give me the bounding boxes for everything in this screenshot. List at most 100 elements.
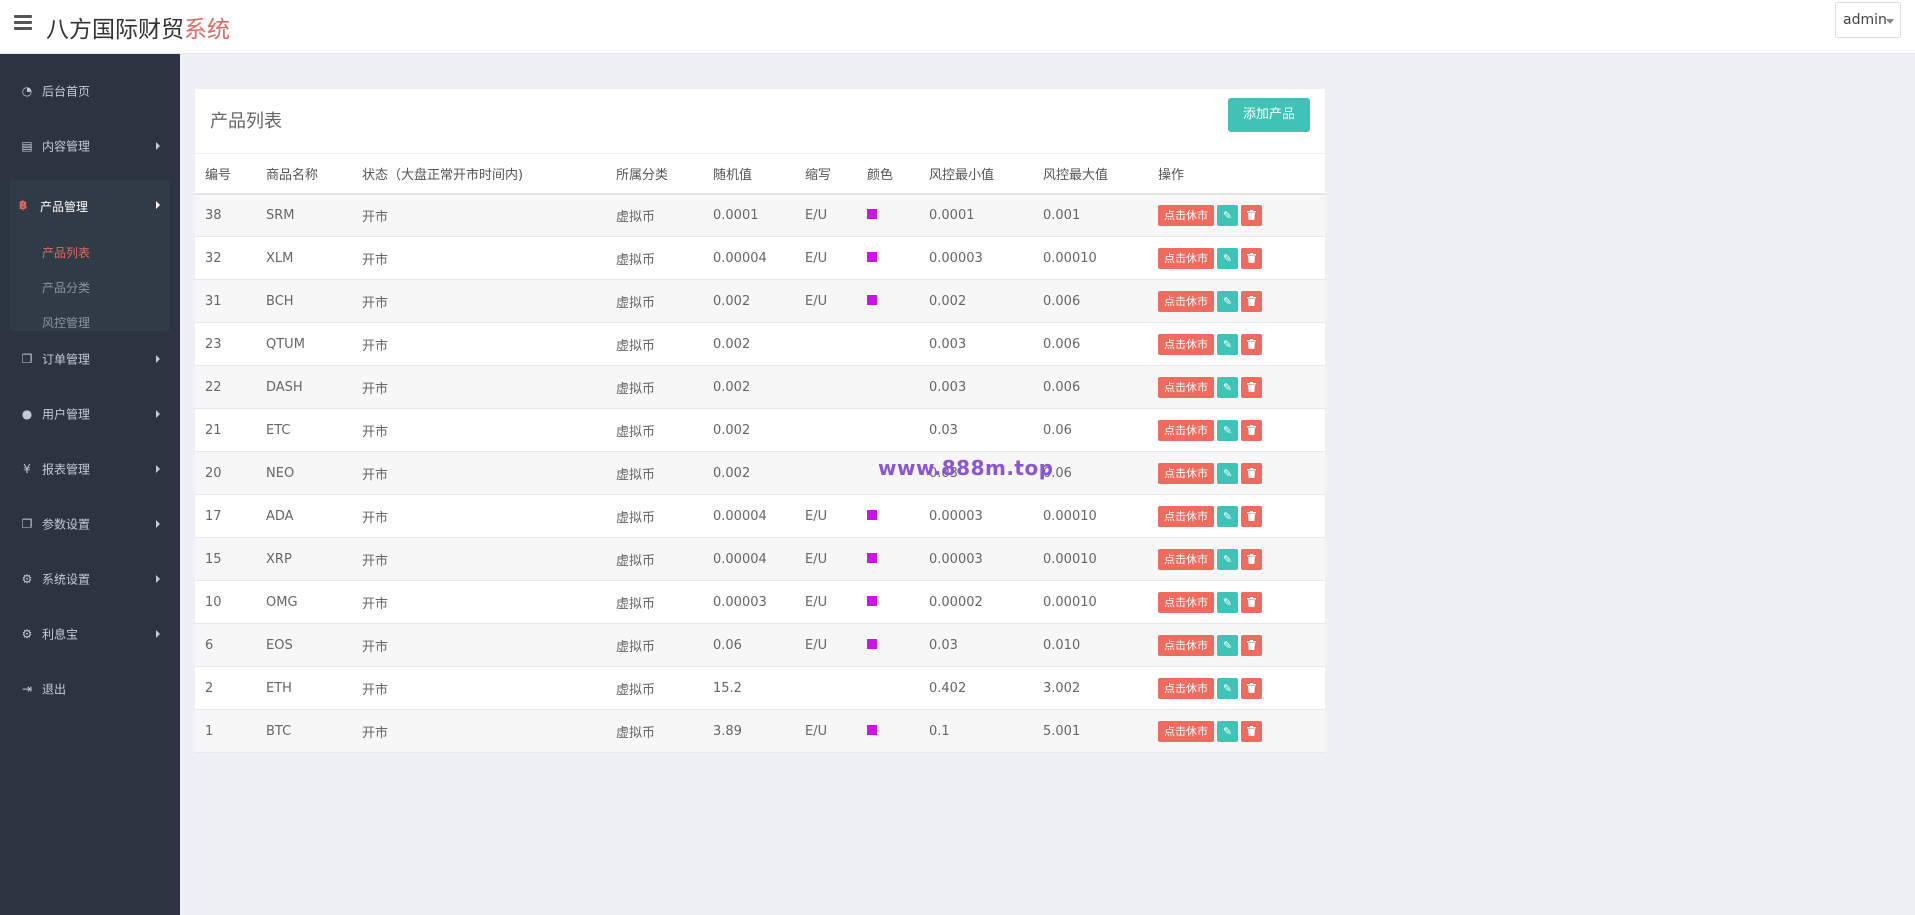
sidebar-item-interest[interactable]: ⚙ 利息宝 [0, 609, 180, 659]
edit-pencil-icon[interactable]: ✎ [1217, 548, 1238, 570]
cell-name: BCH [256, 279, 352, 323]
edit-pencil-icon[interactable]: ✎ [1217, 333, 1238, 355]
sidebar-item-content[interactable]: ▤ 内容管理 [0, 121, 180, 171]
cell-id: 17 [195, 494, 256, 538]
delete-trash-icon[interactable] [1241, 720, 1262, 742]
sidebar-item-dashboard[interactable]: ◔ 后台首页 [0, 66, 180, 116]
edit-pencil-icon[interactable]: ✎ [1217, 677, 1238, 699]
cell-random: 0.0001 [703, 193, 795, 237]
edit-pencil-icon[interactable]: ✎ [1217, 376, 1238, 398]
col-header-status[interactable]: 状态（大盘正常开市时间内) [352, 153, 606, 195]
delete-trash-icon[interactable] [1241, 290, 1262, 312]
edit-pencil-icon[interactable]: ✎ [1217, 634, 1238, 656]
cell-color [857, 623, 919, 667]
edit-pencil-icon[interactable]: ✎ [1217, 591, 1238, 613]
cell-status: 开市 [352, 623, 606, 667]
delete-trash-icon[interactable] [1241, 591, 1262, 613]
sidebar-item-parameters[interactable]: ❐ 参数设置 [0, 499, 180, 549]
cell-actions: 点击休市 ✎ [1148, 709, 1325, 753]
close-market-button[interactable]: 点击休市 [1158, 548, 1214, 570]
sidebar-subitem-product-list[interactable]: 产品列表 [42, 244, 90, 261]
sidebar-item-logout[interactable]: ⇥ 退出 [0, 664, 180, 714]
col-header-abbr[interactable]: 缩写 [795, 153, 857, 195]
cell-actions: 点击休市 ✎ [1148, 408, 1325, 452]
delete-trash-icon[interactable] [1241, 548, 1262, 570]
col-header-color[interactable]: 颜色 [857, 153, 919, 195]
cell-abbr [795, 365, 857, 409]
cell-max: 0.00010 [1033, 236, 1148, 280]
sidebar-subitem-product-category[interactable]: 产品分类 [42, 279, 90, 296]
cell-status: 开市 [352, 537, 606, 581]
cell-name: ETC [256, 408, 352, 452]
cell-max: 0.06 [1033, 408, 1148, 452]
hamburger-menu-icon[interactable] [14, 15, 32, 31]
col-header-max[interactable]: 风控最大值 [1033, 153, 1148, 195]
delete-trash-icon[interactable] [1241, 505, 1262, 527]
cell-name: ADA [256, 494, 352, 538]
cell-actions: 点击休市 ✎ [1148, 279, 1325, 323]
sidebar-item-label: 参数设置 [42, 517, 91, 532]
col-header-id[interactable]: 编号 [195, 153, 256, 195]
delete-trash-icon[interactable] [1241, 462, 1262, 484]
col-header-random[interactable]: 随机值 [703, 153, 795, 195]
col-header-category[interactable]: 所属分类 [606, 153, 703, 195]
caret-down-icon [1886, 19, 1894, 24]
edit-pencil-icon[interactable]: ✎ [1217, 290, 1238, 312]
cell-min: 0.003 [919, 322, 1033, 366]
cell-max: 0.001 [1033, 193, 1148, 237]
cell-color [857, 193, 919, 237]
delete-trash-icon[interactable] [1241, 333, 1262, 355]
close-market-button[interactable]: 点击休市 [1158, 505, 1214, 527]
cell-id: 38 [195, 193, 256, 237]
delete-trash-icon[interactable] [1241, 677, 1262, 699]
close-market-button[interactable]: 点击休市 [1158, 591, 1214, 613]
close-market-button[interactable]: 点击休市 [1158, 376, 1214, 398]
sidebar-item-users[interactable]: ● 用户管理 [0, 389, 180, 439]
color-swatch [867, 208, 877, 219]
delete-trash-icon[interactable] [1241, 634, 1262, 656]
close-market-button[interactable]: 点击休市 [1158, 462, 1214, 484]
col-header-min[interactable]: 风控最小值 [919, 153, 1033, 195]
col-header-actions: 操作 [1148, 153, 1325, 195]
col-header-name[interactable]: 商品名称 [256, 153, 352, 195]
cell-random: 3.89 [703, 709, 795, 753]
sidebar-item-products[interactable]: ฿ 产品管理 [10, 180, 170, 230]
close-market-button[interactable]: 点击休市 [1158, 247, 1214, 269]
delete-trash-icon[interactable] [1241, 247, 1262, 269]
table-row: 32 XLM 开市 虚拟币 0.00004 E/U 0.00003 0.00010 点击休市 ✎ [195, 236, 1325, 280]
edit-pencil-icon[interactable]: ✎ [1217, 720, 1238, 742]
close-market-button[interactable]: 点击休市 [1158, 290, 1214, 312]
sidebar-item-system[interactable]: ⚙ 系统设置 [0, 554, 180, 604]
app-title: 八方国际财贸系统 [46, 10, 230, 44]
close-market-button[interactable]: 点击休市 [1158, 204, 1214, 226]
user-icon: ● [21, 407, 33, 421]
add-product-button[interactable]: 添加产品 [1228, 98, 1310, 132]
sidebar-subitem-risk-control[interactable]: 风控管理 [42, 314, 90, 331]
close-market-button[interactable]: 点击休市 [1158, 720, 1214, 742]
sidebar-item-reports[interactable]: ¥ 报表管理 [0, 444, 180, 494]
cell-name: EOS [256, 623, 352, 667]
delete-trash-icon[interactable] [1241, 376, 1262, 398]
edit-pencil-icon[interactable]: ✎ [1217, 204, 1238, 226]
edit-pencil-icon[interactable]: ✎ [1217, 419, 1238, 441]
edit-pencil-icon[interactable]: ✎ [1217, 462, 1238, 484]
edit-pencil-icon[interactable]: ✎ [1217, 247, 1238, 269]
cell-random: 0.002 [703, 365, 795, 409]
close-market-button[interactable]: 点击休市 [1158, 419, 1214, 441]
cell-category: 虚拟币 [606, 322, 703, 366]
edit-pencil-icon[interactable]: ✎ [1217, 505, 1238, 527]
close-market-button[interactable]: 点击休市 [1158, 677, 1214, 699]
cell-status: 开市 [352, 666, 606, 710]
cell-actions: 点击休市 ✎ [1148, 451, 1325, 495]
close-market-button[interactable]: 点击休市 [1158, 333, 1214, 355]
sidebar-item-label: 订单管理 [42, 352, 91, 367]
user-menu-button[interactable]: admin [1835, 2, 1901, 38]
delete-trash-icon[interactable] [1241, 419, 1262, 441]
sidebar-item-label: 系统设置 [42, 572, 91, 587]
sidebar-item-orders[interactable]: ❐ 订单管理 [0, 334, 180, 384]
cell-min: 0.00002 [919, 580, 1033, 624]
delete-trash-icon[interactable] [1241, 204, 1262, 226]
close-market-button[interactable]: 点击休市 [1158, 634, 1214, 656]
brand-accent: 系统 [184, 17, 230, 43]
cell-name: SRM [256, 193, 352, 237]
